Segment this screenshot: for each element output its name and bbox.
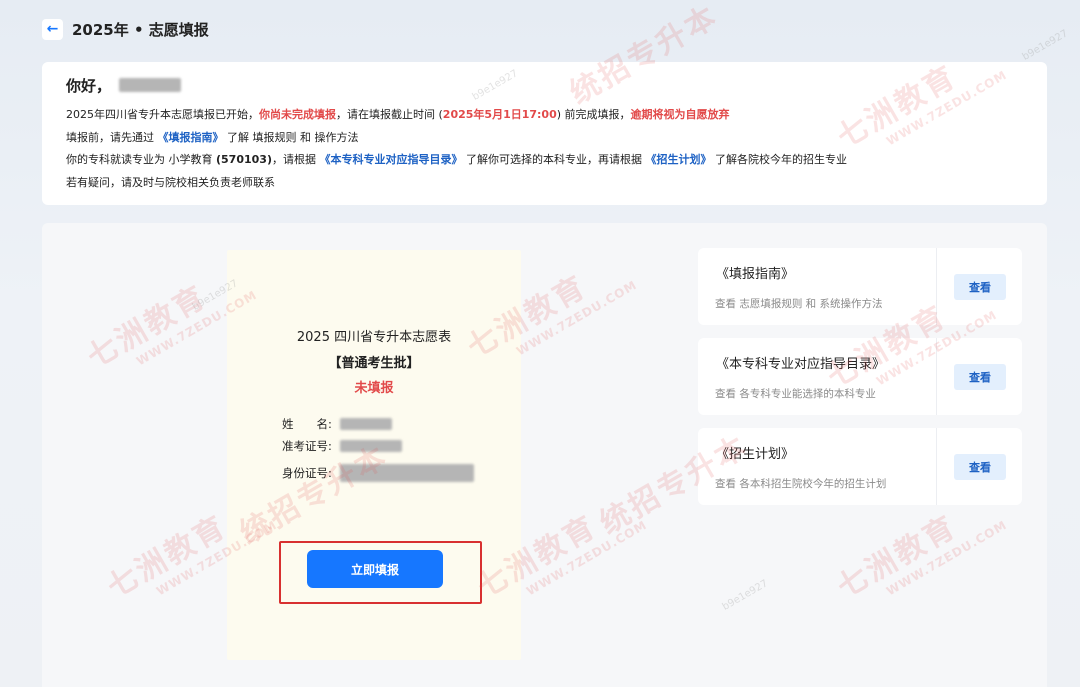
back-arrow-icon[interactable]: ← (42, 18, 63, 40)
main-panel: 2025 四川省专升本志愿表 【普通考生批】 未填报 姓 名: 准考证号: 身份… (42, 223, 1047, 687)
redacted-id-number (340, 464, 474, 482)
field-label: 姓 名: (282, 417, 332, 431)
watermark-code: b9e1e927 (1020, 28, 1070, 63)
notice-panel: 你好， 2025年四川省专升本志愿填报已开始，你尚未完成填报，请在填报截止时间 … (42, 62, 1047, 205)
forfeit-warning: 逾期将视为自愿放弃 (630, 108, 730, 121)
ref-title: 《招生计划》 (716, 447, 795, 462)
field-exam-number: 准考证号: (282, 438, 402, 454)
guide-link[interactable]: 《填报指南》 (158, 131, 224, 144)
redacted-name (340, 418, 392, 430)
notice-text: 了解各院校今年的招生专业 (711, 153, 847, 166)
view-guide-button[interactable]: 查看 (954, 274, 1006, 300)
notice-line-contact: 若有疑问，请及时与院校相关负责老师联系 (66, 175, 275, 189)
form-batch: 【普通考生批】 (328, 356, 420, 371)
notice-text: ，请在填报截止时间 ( (336, 108, 443, 121)
submit-highlight-box: 立即填报 (279, 541, 482, 604)
field-name: 姓 名: (282, 416, 392, 432)
notice-line-deadline: 2025年四川省专升本志愿填报已开始，你尚未完成填报，请在填报截止时间 (202… (66, 104, 1023, 127)
fill-now-button[interactable]: 立即填报 (307, 550, 443, 588)
form-status: 未填报 (354, 381, 394, 396)
notice-text: 了解 填报规则 和 操作方法 (223, 130, 359, 144)
deadline-date: 2025年5月1日17:00 (442, 108, 557, 121)
ref-desc: 查看 各专科专业能选择的本科专业 (715, 388, 876, 400)
redacted-exam-number (340, 440, 402, 452)
ref-card-guide: 《填报指南》 查看 志愿填报规则 和 系统操作方法 查看 (698, 248, 1022, 325)
ref-desc: 查看 各本科招生院校今年的招生计划 (715, 478, 887, 490)
ref-card-plan: 《招生计划》 查看 各本科招生院校今年的招生计划 查看 (698, 428, 1022, 505)
notice-text: 了解你可选择的本科专业，再请根据 (462, 153, 646, 166)
view-catalog-button[interactable]: 查看 (954, 364, 1006, 390)
ref-title: 《填报指南》 (716, 267, 795, 282)
notice-line-major: 你的专科就读专业为 小学教育 (570103)，请根据 《本专科专业对应指导目录… (66, 149, 1023, 172)
notice-text: ) 前完成填报， (556, 108, 631, 121)
major-catalog-link[interactable]: 《本专科专业对应指导目录》 (319, 153, 462, 166)
field-label: 准考证号: (282, 439, 332, 453)
notice-text: 填报前，请先通过 (66, 130, 158, 144)
ref-desc: 查看 志愿填报规则 和 系统操作方法 (715, 298, 883, 310)
page-title: 2025年 • 志愿填报 (72, 20, 209, 39)
major-code: (570103) (216, 153, 272, 166)
notice-text: ，请根据 (271, 153, 320, 166)
notice-text: 你的专科就读专业为 小学教育 (66, 153, 216, 166)
top-bar: ← 2025年 • 志愿填报 (42, 16, 209, 42)
view-plan-button[interactable]: 查看 (954, 454, 1006, 480)
ref-card-catalog: 《本专科专业对应指导目录》 查看 各专科专业能选择的本科专业 查看 (698, 338, 1022, 415)
greeting-text: 你好， (66, 76, 112, 95)
form-title: 2025 四川省专升本志愿表 (296, 330, 452, 345)
incomplete-warning: 你尚未完成填报 (259, 108, 336, 121)
field-label: 身份证号: (282, 466, 332, 480)
ref-title: 《本专科专业对应指导目录》 (716, 357, 886, 372)
notice-line-guide: 填报前，请先通过 《填报指南》 了解 填报规则 和 操作方法 (66, 127, 1023, 150)
divider (936, 428, 937, 505)
redacted-username (119, 78, 182, 92)
field-id-number: 身份证号: (282, 464, 474, 482)
divider (936, 338, 937, 415)
application-form-card: 2025 四川省专升本志愿表 【普通考生批】 未填报 姓 名: 准考证号: 身份… (227, 250, 521, 660)
divider (936, 248, 937, 325)
greeting: 你好， (66, 74, 1023, 96)
notice-text: 2025年四川省专升本志愿填报已开始， (66, 108, 259, 121)
enrollment-plan-link[interactable]: 《招生计划》 (645, 153, 711, 166)
